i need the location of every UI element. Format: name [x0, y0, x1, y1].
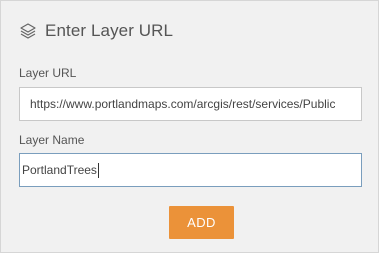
- layer-name-value: PortlandTrees: [22, 163, 97, 177]
- enter-layer-url-panel: Enter Layer URL Layer URL https://www.po…: [0, 0, 379, 253]
- text-caret: [97, 162, 99, 178]
- panel-header: Enter Layer URL: [19, 20, 173, 42]
- layer-url-label: Layer URL: [19, 66, 77, 80]
- layer-name-label: Layer Name: [19, 133, 85, 147]
- layer-url-input[interactable]: https://www.portlandmaps.com/arcgis/rest…: [19, 87, 362, 121]
- layers-icon: [19, 22, 37, 40]
- layer-url-value: https://www.portlandmaps.com/arcgis/rest…: [30, 97, 336, 111]
- layer-name-input[interactable]: PortlandTrees: [19, 153, 362, 187]
- panel-title: Enter Layer URL: [45, 21, 174, 40]
- add-button[interactable]: ADD: [169, 206, 234, 239]
